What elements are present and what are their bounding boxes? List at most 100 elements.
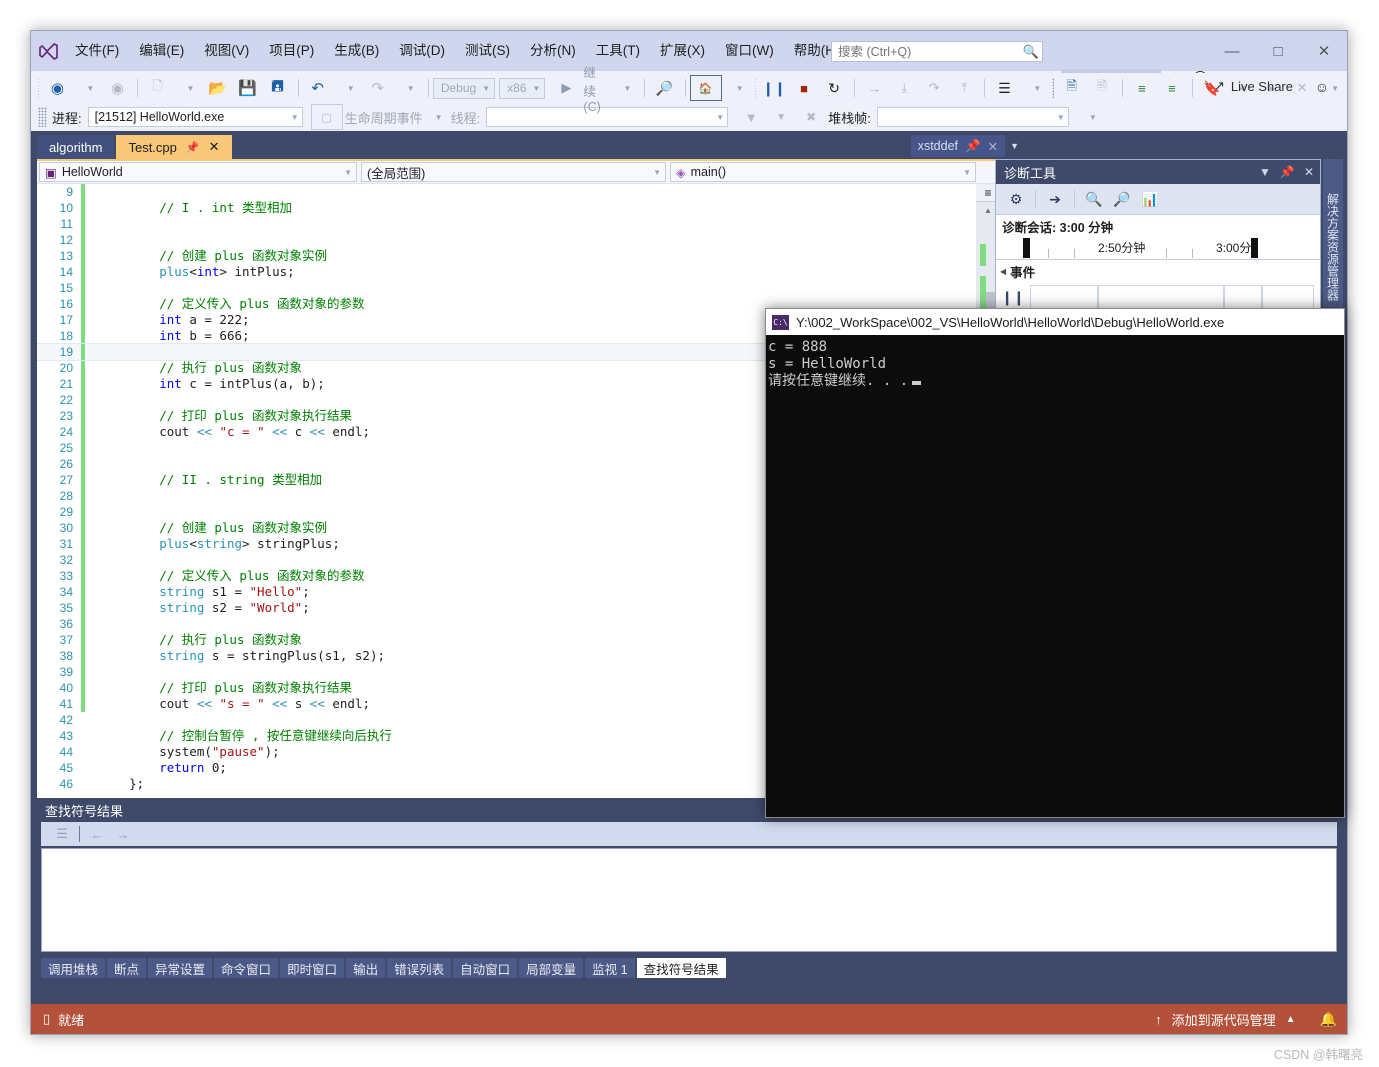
tool-window-tab[interactable]: 异常设置	[148, 958, 213, 978]
save-button[interactable]: 💾	[233, 76, 263, 100]
continue-dropdown[interactable]: ▼	[609, 76, 639, 100]
undo-button[interactable]: ↶	[303, 76, 333, 100]
events-section-header[interactable]: ◀ 事件	[996, 260, 1320, 282]
continue-button[interactable]: 继续(C)	[581, 66, 609, 114]
console-output[interactable]: c = 888 s = HelloWorld 请按任意键继续. . .	[766, 335, 1344, 817]
flag-threads-icon[interactable]: ✖	[796, 105, 826, 129]
diff-dropdown[interactable]: ▼	[1019, 76, 1049, 100]
pin-icon[interactable]: 📌	[965, 139, 981, 154]
filter-dropdown-icon[interactable]: ▼	[766, 105, 796, 129]
diff-lines-icon[interactable]: ☰	[989, 76, 1019, 100]
menu-item-analyze[interactable]: 分析(N)	[520, 31, 586, 71]
save-all-button[interactable]: 🖪	[263, 76, 293, 100]
menu-item-file[interactable]: 文件(F)	[65, 31, 129, 71]
hot-reload-icon[interactable]: 🏠	[689, 75, 722, 101]
tool-window-tab[interactable]: 断点	[107, 958, 147, 978]
tool-window-tab[interactable]: 调用堆栈	[41, 958, 106, 978]
attach-to-process-icon[interactable]: 🔎	[650, 76, 680, 100]
step-over-button[interactable]: ↷	[919, 76, 949, 100]
tool-window-tab[interactable]: 命令窗口	[214, 958, 279, 978]
menu-item-test[interactable]: 测试(S)	[455, 31, 520, 71]
close-icon[interactable]: ✕	[988, 139, 998, 154]
solution-platform-combo[interactable]: x86 ▼	[499, 77, 546, 99]
tool-window-tab[interactable]: 查找符号结果	[636, 958, 726, 978]
comment-selection-icon[interactable]: 🗎	[1057, 76, 1087, 100]
break-all-button[interactable]: ❙❙	[759, 76, 789, 100]
new-project-dropdown[interactable]: ▼	[173, 76, 203, 100]
navigate-backward-dropdown[interactable]: ▼	[72, 76, 102, 100]
stack-frame-combo[interactable]: ▼	[876, 107, 1069, 127]
nav-scope-combo[interactable]: (全局范围) ▼	[361, 162, 666, 182]
toolbar-grip[interactable]	[1052, 78, 1054, 98]
code-line[interactable]: 10 // I . int 类型相加	[37, 200, 976, 216]
search-input[interactable]	[832, 43, 1020, 60]
menu-item-view[interactable]: 视图(V)	[194, 31, 259, 71]
document-tab-test-cpp[interactable]: Test.cpp 📌 ✕	[116, 135, 232, 159]
redo-dropdown[interactable]: ▼	[393, 76, 423, 100]
previous-result-icon[interactable]: ←	[84, 824, 110, 844]
expand-all-icon[interactable]: ☰	[49, 824, 75, 844]
zoom-out-icon[interactable]: 🔎	[1108, 187, 1136, 211]
menu-item-build[interactable]: 生成(B)	[324, 31, 389, 71]
document-tab-xstddef[interactable]: xstddef 📌 ✕	[910, 135, 1006, 157]
step-into-button[interactable]: ⤓	[889, 76, 919, 100]
decrease-indent-icon[interactable]: ≡	[1157, 76, 1187, 100]
process-combo[interactable]: [21512] HelloWorld.exe ▼	[87, 107, 303, 127]
export-icon[interactable]: ➔	[1041, 187, 1069, 211]
window-menu-icon[interactable]: ▼	[1254, 165, 1276, 179]
new-project-button[interactable]: 🗋	[143, 76, 173, 100]
menu-item-edit[interactable]: 编辑(E)	[129, 31, 194, 71]
nav-project-combo[interactable]: ▣ HelloWorld ▼	[39, 162, 357, 182]
stop-debugging-button[interactable]: ■	[789, 76, 819, 100]
close-button[interactable]: ✕	[1301, 31, 1347, 71]
redo-button[interactable]: ↷	[363, 76, 393, 100]
code-line[interactable]: 14 plus<int> intPlus;	[37, 264, 976, 280]
tool-window-tab[interactable]: 即时窗口	[280, 958, 345, 978]
toolbar-grip[interactable]	[38, 78, 40, 98]
next-result-icon[interactable]: →	[110, 824, 136, 844]
show-next-statement-button[interactable]: →	[859, 76, 889, 100]
increase-indent-icon[interactable]: ≡	[1127, 76, 1157, 100]
toolbar-grip[interactable]	[754, 78, 757, 98]
close-icon[interactable]: ✕	[209, 139, 220, 155]
toolbar-grip[interactable]	[38, 107, 47, 127]
tool-window-tab[interactable]: 输出	[346, 958, 386, 978]
document-tab-algorithm[interactable]: algorithm	[37, 135, 115, 159]
zoom-in-icon[interactable]: 🔍	[1080, 187, 1108, 211]
tab-list-menu-icon[interactable]: ▼	[1010, 141, 1019, 151]
hot-reload-dropdown[interactable]: ▼	[722, 76, 752, 100]
menu-item-extensions[interactable]: 扩展(X)	[650, 31, 715, 71]
search-box[interactable]: 🔍	[831, 41, 1043, 62]
chart-icon[interactable]: 📊	[1136, 187, 1164, 211]
notifications-bell-icon[interactable]: 🔔	[1320, 1011, 1337, 1028]
pin-icon[interactable]: 📌	[186, 141, 200, 154]
tool-window-tab[interactable]: 局部变量	[519, 958, 584, 978]
chevron-up-icon[interactable]: ▲	[1286, 1014, 1296, 1025]
source-control-label[interactable]: 添加到源代码管理	[1172, 1010, 1276, 1029]
solution-configuration-combo[interactable]: Debug ▼	[432, 77, 496, 99]
lifecycle-events-icon[interactable]: ▢	[310, 104, 343, 130]
step-out-button[interactable]: ⤒	[949, 76, 979, 100]
close-icon[interactable]: ✕	[1298, 165, 1320, 179]
menu-item-window[interactable]: 窗口(W)	[715, 31, 784, 71]
maximize-button[interactable]: □	[1255, 31, 1301, 71]
account-manager-icon[interactable]: ☺	[1315, 79, 1329, 95]
undo-dropdown[interactable]: ▼	[333, 76, 363, 100]
restart-debugging-button[interactable]: ↻	[819, 76, 849, 100]
pin-icon[interactable]: 📌	[1276, 165, 1298, 179]
code-line[interactable]: 13 // 创建 plus 函数对象实例	[37, 248, 976, 264]
live-share-button[interactable]: ↗ Live Share	[1214, 78, 1293, 94]
menu-item-debug[interactable]: 调试(D)	[389, 31, 455, 71]
tool-window-tab[interactable]: 自动窗口	[453, 958, 518, 978]
code-line[interactable]: 9	[37, 184, 976, 200]
continue-play-icon[interactable]: ▶	[551, 76, 581, 100]
code-line[interactable]: 15	[37, 280, 976, 296]
debug-toolbar-overflow[interactable]: ▼	[1075, 105, 1105, 129]
menu-item-project[interactable]: 项目(P)	[259, 31, 324, 71]
tool-window-tab[interactable]: 错误列表	[387, 958, 452, 978]
find-symbol-results-list[interactable]	[41, 848, 1337, 952]
minimize-button[interactable]: —	[1209, 31, 1255, 71]
navigate-backward-button[interactable]: ◉	[42, 76, 72, 100]
filter-icon[interactable]: ▼	[736, 105, 766, 129]
code-line[interactable]: 12	[37, 232, 976, 248]
